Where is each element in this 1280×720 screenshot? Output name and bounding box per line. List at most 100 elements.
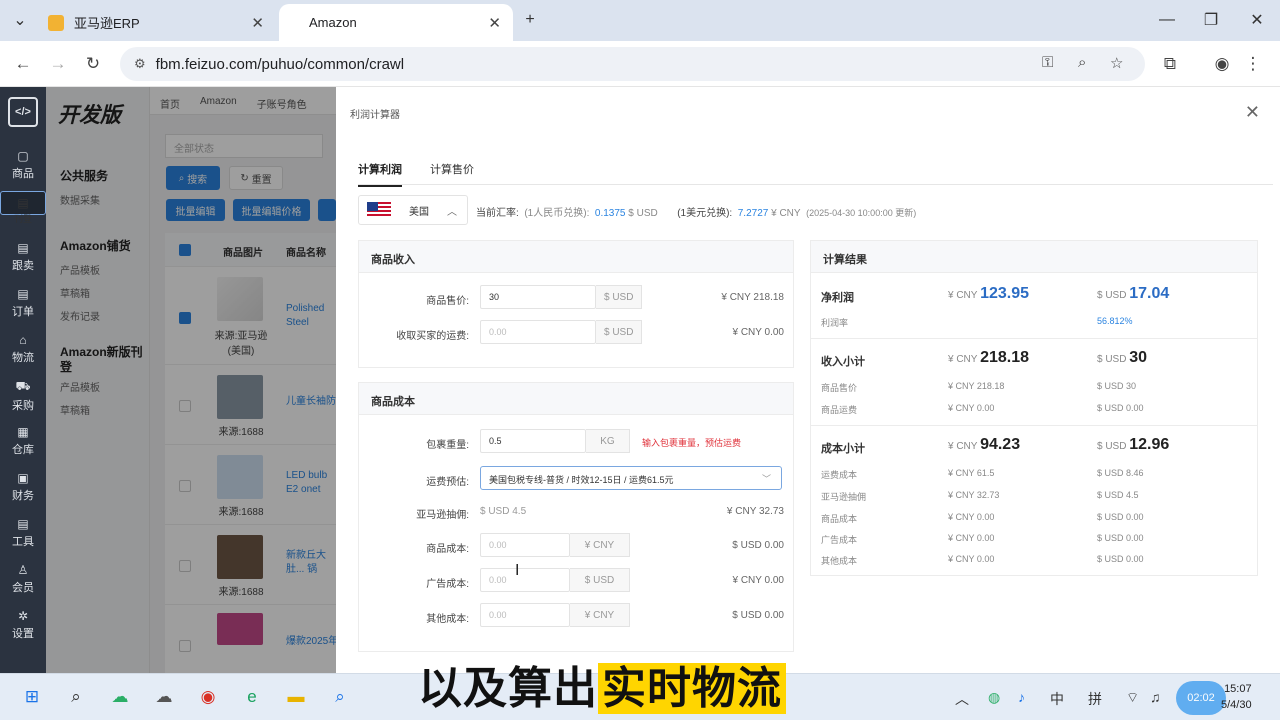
- cost-row-usd: $ USD 0.00: [1097, 512, 1144, 522]
- rail-item-listing[interactable]: ▤ 刊登: [0, 191, 46, 224]
- ship-suffix: $ USD: [596, 320, 643, 344]
- close-icon[interactable]: ✕: [1245, 102, 1260, 123]
- password-key-icon[interactable]: ⚿: [1042, 54, 1053, 71]
- microphone-icon[interactable]: ♪: [1018, 689, 1025, 705]
- app-search-icon[interactable]: ⌕: [326, 683, 354, 711]
- ship-input[interactable]: 0.00: [480, 320, 596, 344]
- omnibox[interactable]: ⚙ fbm.feizuo.com/puhuo/common/crawl ⚿ ⌕ …: [120, 47, 1145, 81]
- price-input[interactable]: 30: [480, 285, 596, 309]
- country-value: 美国: [409, 206, 429, 218]
- weight-input[interactable]: 0.5: [480, 429, 586, 453]
- reload-icon[interactable]: ↻: [80, 51, 106, 77]
- net-profit-cny-value: 123.95: [980, 285, 1029, 302]
- rate-cny-note: (1人民币兑换):: [524, 208, 590, 219]
- cost-row-usd: $ USD 0.00: [1097, 554, 1144, 564]
- minimize-icon[interactable]: —: [1155, 8, 1179, 32]
- tab-title: Amazon: [309, 15, 357, 30]
- ad-cost-label: 广告成本:: [426, 579, 469, 590]
- tab-amazon[interactable]: Amazon ✕: [279, 4, 513, 41]
- income-row-usd: $ USD 0.00: [1097, 403, 1144, 413]
- close-window-icon[interactable]: ✕: [1245, 8, 1269, 32]
- address-bar: ← → ↻ ⚙ fbm.feizuo.com/puhuo/common/craw…: [0, 41, 1280, 87]
- cloud-app-icon[interactable]: ☁: [150, 683, 178, 711]
- rail-label: 跟卖: [12, 260, 34, 272]
- rate-cny-unit: $ USD: [628, 208, 658, 219]
- cost-row-label: 广告成本: [821, 535, 858, 545]
- tab-search-icon[interactable]: ⌄: [8, 8, 32, 32]
- rail-label: 商品: [12, 168, 34, 180]
- rail-item-member[interactable]: ♙ 会员: [0, 563, 46, 595]
- tab-erp[interactable]: 亚马逊ERP ✕: [36, 4, 276, 41]
- ime-indicator[interactable]: 中: [1050, 689, 1064, 709]
- tray-app-icon[interactable]: ◍: [988, 689, 1000, 706]
- extensions-icon[interactable]: ⧉: [1157, 51, 1183, 77]
- text-cursor-icon: I: [515, 562, 520, 579]
- bookmark-star-icon[interactable]: ☆: [1110, 54, 1123, 72]
- ime-mode-indicator[interactable]: 拼: [1088, 689, 1102, 709]
- income-row-cny: ¥ CNY 218.18: [948, 381, 1005, 391]
- shipping-label: 运费预估:: [426, 477, 469, 488]
- wechat-icon[interactable]: ☁: [106, 683, 134, 711]
- new-tab-icon[interactable]: +: [518, 8, 542, 32]
- rail-item-logistics[interactable]: ⌂ 物流: [0, 333, 46, 365]
- chrome-icon[interactable]: ◉: [194, 683, 222, 711]
- profile-icon[interactable]: ◉: [1209, 51, 1235, 77]
- tray-chevron-up-icon[interactable]: ︿: [955, 689, 969, 709]
- rate-usd-value: 7.2727: [737, 208, 769, 219]
- ship-label: 收取买家的运费:: [396, 331, 469, 342]
- ad-cost-suffix: $ USD: [570, 568, 630, 592]
- close-tab-icon[interactable]: ✕: [488, 14, 501, 32]
- income-panel: 商品收入 商品售价: 30 $ USD ¥ CNY 218.18 收取买家的运费…: [358, 240, 794, 368]
- income-subtotal-usd: $ USD 30: [1097, 349, 1147, 367]
- site-settings-icon[interactable]: ⚙: [134, 56, 146, 72]
- margin-value: 56.812%: [1097, 316, 1133, 326]
- drawer-title: 利润计算器: [350, 110, 400, 121]
- close-tab-icon[interactable]: ✕: [251, 14, 264, 32]
- net-profit-usd: $ USD 17.04: [1097, 285, 1169, 303]
- left-rail: </> ▢ 商品 ▤ 刊登 ▤ 跟卖 ▤ 订单 ⌂ 物流 ⛟ 采购 ▦ 仓库 ▣ 财务 ▤ 工具 …: [0, 87, 46, 673]
- goods-cost-input[interactable]: 0.00: [480, 533, 570, 557]
- wifi-icon[interactable]: ⌔: [1126, 689, 1139, 707]
- user-icon: ♙: [17, 563, 29, 577]
- recording-timer[interactable]: 02:02: [1176, 681, 1226, 715]
- clock[interactable]: 15:07 5/4/30: [1221, 681, 1252, 713]
- url-text[interactable]: fbm.feizuo.com/puhuo/common/crawl: [156, 56, 404, 73]
- rail-item-products[interactable]: ▢ 商品: [0, 149, 46, 181]
- menu-icon[interactable]: ⋮: [1240, 51, 1266, 77]
- search-icon[interactable]: ⌕: [62, 683, 90, 711]
- cny-prefix: ¥ CNY: [948, 354, 978, 365]
- windows-start-icon[interactable]: ⊞: [18, 683, 46, 711]
- cost-usd-value: 12.96: [1129, 436, 1170, 453]
- price-converted: ¥ CNY 218.18: [721, 292, 784, 303]
- country-select[interactable]: 美国 ︿: [358, 195, 468, 225]
- goods-cost-label: 商品成本:: [426, 544, 469, 555]
- browser-tab-strip: ⌄ 亚马逊ERP ✕ Amazon ✕ + — ❐ ✕: [0, 0, 1280, 41]
- cost-row-usd: $ USD 8.46: [1097, 468, 1144, 478]
- rail-item-finance[interactable]: ▣ 财务: [0, 471, 46, 503]
- shipping-select[interactable]: 美国包税专线-普货 / 时效12-15日 / 运费61.5元 ﹀: [480, 466, 782, 490]
- volume-icon[interactable]: ♫: [1150, 689, 1161, 705]
- cost-row-label: 亚马逊抽佣: [821, 492, 867, 502]
- rail-label: 工具: [12, 536, 34, 548]
- rail-label: 仓库: [12, 444, 34, 456]
- rail-item-purchase[interactable]: ⛟ 采购: [0, 379, 46, 413]
- other-cost-input[interactable]: 0.00: [480, 603, 570, 627]
- rail-item-follow[interactable]: ▤ 跟卖: [0, 241, 46, 273]
- rail-item-warehouse[interactable]: ▦ 仓库: [0, 425, 46, 457]
- rail-label: 设置: [12, 628, 34, 640]
- rail-item-settings[interactable]: ✲ 设置: [0, 609, 46, 641]
- cost-panel: 商品成本 包裹重量: 0.5 KG 输入包裹重量，预估运费 运费预估: 美国包税…: [358, 382, 794, 652]
- zoom-icon[interactable]: ⌕: [1078, 54, 1086, 71]
- rail-item-tools[interactable]: ▤ 工具: [0, 517, 46, 549]
- clock-time: 15:07: [1224, 683, 1252, 695]
- browser-e-icon[interactable]: e: [238, 683, 266, 711]
- ad-cost-input[interactable]: 0.00: [480, 568, 570, 592]
- rail-item-orders[interactable]: ▤ 订单: [0, 287, 46, 319]
- back-icon[interactable]: ←: [10, 51, 36, 77]
- follow-icon: ▤: [17, 241, 29, 255]
- file-explorer-icon[interactable]: ▬: [282, 683, 310, 711]
- rate-updated: (2025-04-30 10:00:00 更新): [806, 208, 917, 218]
- modal-backdrop[interactable]: [46, 87, 336, 673]
- forward-icon[interactable]: →: [45, 51, 71, 77]
- restore-icon[interactable]: ❐: [1199, 8, 1223, 32]
